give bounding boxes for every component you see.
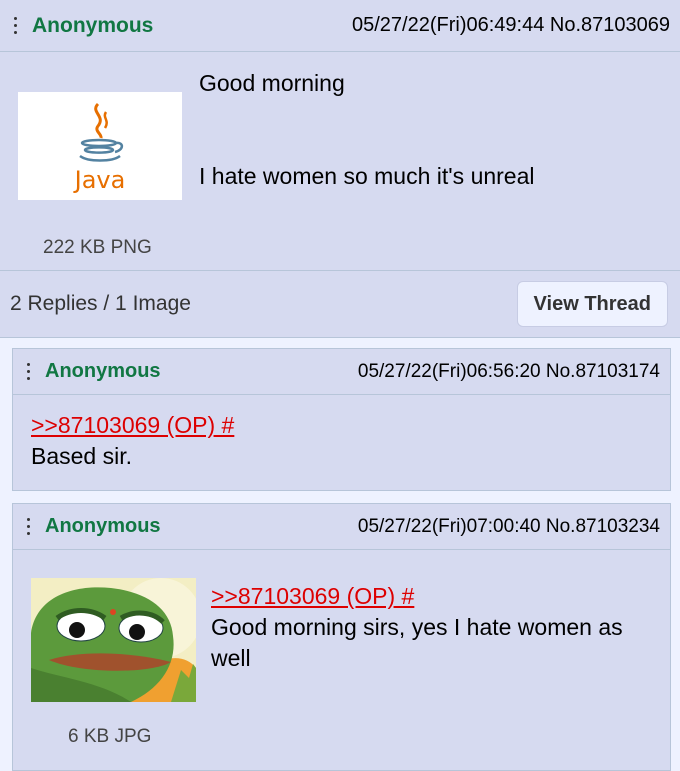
post-datetime: 05/27/22(Fri)06:56:20 (357, 360, 541, 382)
java-logo-text: Java (74, 166, 126, 194)
quote-link[interactable]: >>87103069 (OP) # (31, 410, 234, 441)
menu-dots-icon[interactable] (25, 363, 31, 380)
reply-post-header: Anonymous 05/27/22(Fri)07:00:40 No.87103… (13, 504, 670, 550)
message-line: Good morning (199, 70, 345, 96)
pepe-frog-image (31, 578, 196, 702)
reply-post: Anonymous 05/27/22(Fri)07:00:40 No.87103… (12, 503, 671, 771)
op-post: Anonymous 05/27/22(Fri)06:49:44 No.87103… (0, 0, 680, 338)
op-thumbnail[interactable]: Java (18, 92, 182, 200)
post-message: >>87103069 (OP) # Good morning sirs, yes… (211, 581, 661, 674)
poster-name: Anonymous (45, 515, 161, 537)
menu-dots-icon[interactable] (12, 17, 18, 34)
message-line: Based sir. (31, 443, 132, 469)
reply-thumbnail[interactable] (31, 578, 196, 702)
file-info[interactable]: 6 KB JPG (68, 726, 151, 748)
poster-name: Anonymous (32, 13, 154, 37)
post-number[interactable]: No.87103234 (546, 516, 660, 537)
reply-post-header: Anonymous 05/27/22(Fri)06:56:20 No.87103… (13, 349, 670, 395)
post-datetime: 05/27/22(Fri)06:49:44 (351, 14, 545, 36)
poster-name: Anonymous (45, 360, 161, 382)
reply-image-counts: 2 Replies / 1 Image (10, 292, 191, 315)
post-meta: 05/27/22(Fri)07:00:40 No.87103234 (358, 516, 660, 538)
java-logo-icon (79, 102, 124, 162)
message-line: I hate women so much it's unreal (199, 163, 535, 189)
message-line: Good morning sirs, yes I hate women as w… (211, 614, 623, 671)
post-meta: 05/27/22(Fri)06:56:20 No.87103174 (358, 361, 660, 383)
post-meta: 05/27/22(Fri)06:49:44 No.87103069 (352, 14, 670, 37)
reply-post: Anonymous 05/27/22(Fri)06:56:20 No.87103… (12, 348, 671, 491)
post-number[interactable]: No.87103174 (546, 361, 660, 382)
quote-link[interactable]: >>87103069 (OP) # (211, 581, 661, 612)
menu-dots-icon[interactable] (25, 518, 31, 535)
post-message: >>87103069 (OP) # Based sir. (31, 410, 234, 472)
op-post-body: Java 222 KB PNG Good morning I hate wome… (0, 52, 680, 270)
post-datetime: 05/27/22(Fri)07:00:40 (357, 515, 541, 537)
op-footer: 2 Replies / 1 Image View Thread (0, 270, 680, 337)
post-number[interactable]: No.87103069 (550, 14, 670, 36)
file-info[interactable]: 222 KB PNG (43, 237, 152, 259)
op-post-header: Anonymous 05/27/22(Fri)06:49:44 No.87103… (0, 0, 680, 52)
view-thread-button[interactable]: View Thread (516, 281, 668, 327)
post-message: Good morning I hate women so much it's u… (199, 68, 535, 192)
